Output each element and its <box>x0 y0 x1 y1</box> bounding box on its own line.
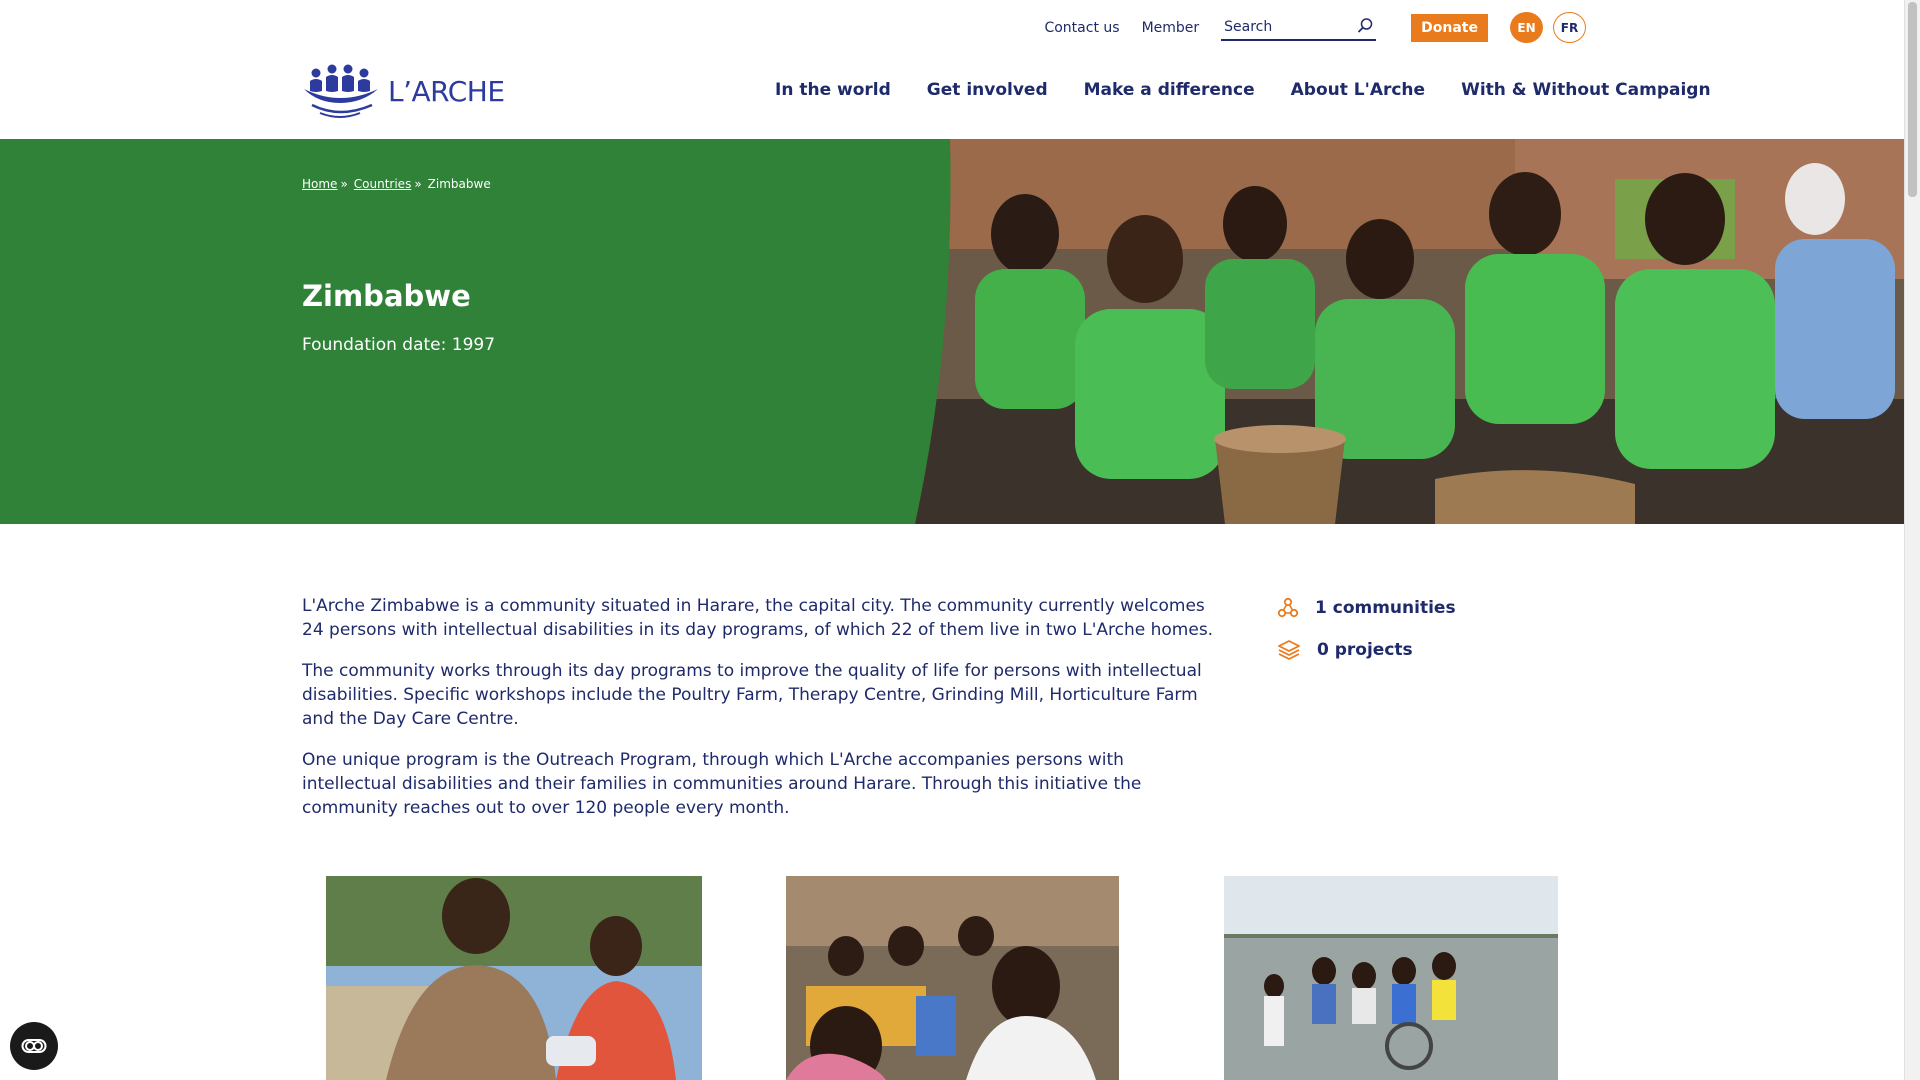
accessibility-toggle-button[interactable] <box>10 1022 58 1070</box>
description-paragraph: One unique program is the Outreach Progr… <box>302 750 1142 818</box>
site-header: Contact us Member Donate EN FR L’ARCHE I… <box>0 0 1904 139</box>
gallery-photo-1[interactable] <box>326 876 702 1080</box>
gallery-image <box>1224 876 1558 1080</box>
scrollbar-thumb[interactable] <box>1908 2 1917 197</box>
nav-make-a-difference[interactable]: Make a difference <box>1084 80 1255 100</box>
logo-wordmark: L’ARCHE <box>388 74 505 108</box>
stat-projects: 0 projects <box>1277 638 1456 662</box>
gallery-image <box>786 876 1119 1080</box>
hero-banner: Home» Countries» Zimbabwe Zimbabwe Foundat… <box>0 139 1904 524</box>
breadcrumb-separator: » <box>340 177 348 191</box>
breadcrumb-countries[interactable]: Countries <box>354 177 412 191</box>
hero-photo <box>915 139 1904 524</box>
page-scrollbar[interactable] <box>1904 0 1920 1080</box>
description-paragraph: The community works through its day prog… <box>302 661 1202 729</box>
breadcrumb-home[interactable]: Home <box>302 177 337 191</box>
country-stats: 1 communities 0 projects <box>1277 596 1456 680</box>
accessibility-icon <box>21 1039 47 1053</box>
nav-in-the-world[interactable]: In the world <box>775 80 891 100</box>
breadcrumb: Home» Countries» Zimbabwe <box>302 177 491 191</box>
stat-communities-label: 1 communities <box>1315 598 1456 618</box>
description-paragraph: L'Arche Zimbabwe is a community situated… <box>302 596 1214 640</box>
larche-logo[interactable]: L’ARCHE <box>302 63 505 119</box>
utility-bar: Contact us Member Donate EN FR <box>1044 12 1586 43</box>
country-description: L'Arche Zimbabwe is a community situated… <box>302 594 1222 837</box>
main-nav: In the world Get involved Make a differe… <box>775 80 1711 100</box>
member-link[interactable]: Member <box>1142 20 1200 36</box>
layers-icon <box>1278 640 1300 660</box>
lang-fr-button[interactable]: FR <box>1553 12 1586 43</box>
nav-about-larche[interactable]: About L'Arche <box>1291 80 1425 100</box>
donate-button[interactable]: Donate <box>1411 13 1488 42</box>
nav-with-without-campaign[interactable]: With & Without Campaign <box>1461 80 1711 100</box>
breadcrumb-current: Zimbabwe <box>427 177 491 191</box>
stat-projects-label: 0 projects <box>1317 640 1413 660</box>
search-icon[interactable] <box>1356 17 1374 35</box>
nav-get-involved[interactable]: Get involved <box>927 80 1048 100</box>
larche-logo-icon <box>304 64 378 118</box>
breadcrumb-separator: » <box>414 177 422 191</box>
stat-communities: 1 communities <box>1277 596 1456 620</box>
gallery-photo-2[interactable] <box>786 876 1119 1080</box>
lang-en-button[interactable]: EN <box>1510 12 1543 43</box>
communities-icon <box>1277 597 1299 618</box>
search-input[interactable] <box>1221 14 1352 39</box>
foundation-date: Foundation date: 1997 <box>302 335 496 355</box>
photo-gallery <box>0 876 1904 1080</box>
contact-link[interactable]: Contact us <box>1044 20 1119 36</box>
page-title: Zimbabwe <box>302 279 471 313</box>
gallery-photo-3[interactable] <box>1224 876 1558 1080</box>
gallery-image <box>326 876 702 1080</box>
search-box <box>1221 14 1377 41</box>
